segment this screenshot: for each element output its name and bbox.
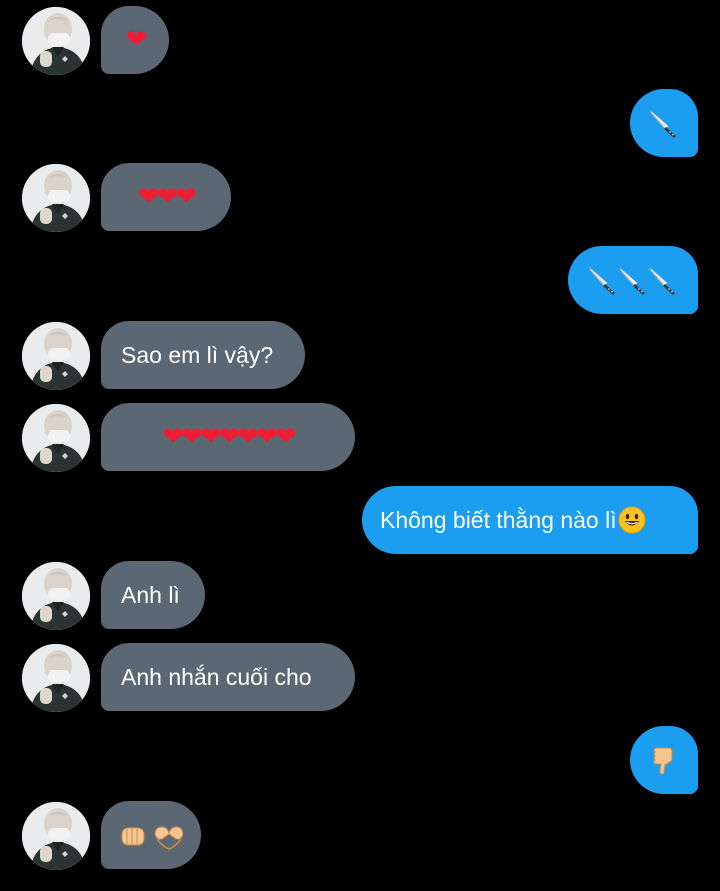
kitchen-knife-icon <box>617 264 649 296</box>
message-row-incoming: Anh lì <box>0 561 720 630</box>
avatar[interactable] <box>22 644 90 712</box>
message-row-outgoing <box>0 246 720 314</box>
message-row-outgoing <box>0 89 720 157</box>
message-row-incoming: ❤ <box>0 6 720 75</box>
message-text: Không biết thằng nào lì <box>380 506 617 533</box>
kitchen-knife-icon <box>647 264 679 296</box>
kitchen-knife-icon <box>587 264 619 296</box>
message-bubble[interactable] <box>630 726 698 794</box>
avatar[interactable] <box>22 7 90 75</box>
message-row-incoming: Sao em lì vậy? <box>0 321 720 390</box>
message-bubble[interactable] <box>568 246 698 314</box>
message-text: Sao em lì vậy? <box>121 341 274 368</box>
message-bubble[interactable] <box>101 801 201 869</box>
heart-icon: ❤❤❤ <box>137 182 197 212</box>
message-bubble[interactable]: Anh lì <box>101 561 205 629</box>
message-bubble[interactable]: ❤ <box>101 6 169 74</box>
avatar[interactable] <box>22 404 90 472</box>
message-bubble[interactable]: Anh nhắn cuối cho <box>101 643 355 711</box>
chat-thread: ❤ ❤❤❤ Sao em lì vậy? ❤❤❤❤❤❤❤ Không biết … <box>0 0 720 891</box>
grinning-face-icon <box>618 506 646 534</box>
message-row-outgoing <box>0 726 720 794</box>
avatar[interactable] <box>22 322 90 390</box>
message-bubble[interactable]: Sao em lì vậy? <box>101 321 305 389</box>
message-bubble[interactable]: Không biết thằng nào lì <box>362 486 698 554</box>
thumbs-down-icon <box>648 744 680 776</box>
message-row-incoming <box>0 801 720 870</box>
message-row-incoming: ❤❤❤ <box>0 163 720 232</box>
message-bubble[interactable] <box>630 89 698 157</box>
fist-and-heart-hands-icon <box>119 819 183 851</box>
message-row-incoming: Anh nhắn cuối cho <box>0 643 720 712</box>
avatar[interactable] <box>22 802 90 870</box>
avatar[interactable] <box>22 164 90 232</box>
avatar[interactable] <box>22 562 90 630</box>
message-bubble[interactable]: ❤❤❤❤❤❤❤ <box>101 403 355 471</box>
message-row-outgoing: Không biết thằng nào lì <box>0 486 720 554</box>
message-row-incoming: ❤❤❤❤❤❤❤ <box>0 403 720 472</box>
kitchen-knife-icon <box>648 107 680 139</box>
heart-icon: ❤ <box>125 25 148 55</box>
message-text: Anh nhắn cuối cho <box>121 663 312 690</box>
message-bubble[interactable]: ❤❤❤ <box>101 163 231 231</box>
heart-icon: ❤❤❤❤❤❤❤ <box>162 422 296 452</box>
message-text: Anh lì <box>121 581 180 608</box>
